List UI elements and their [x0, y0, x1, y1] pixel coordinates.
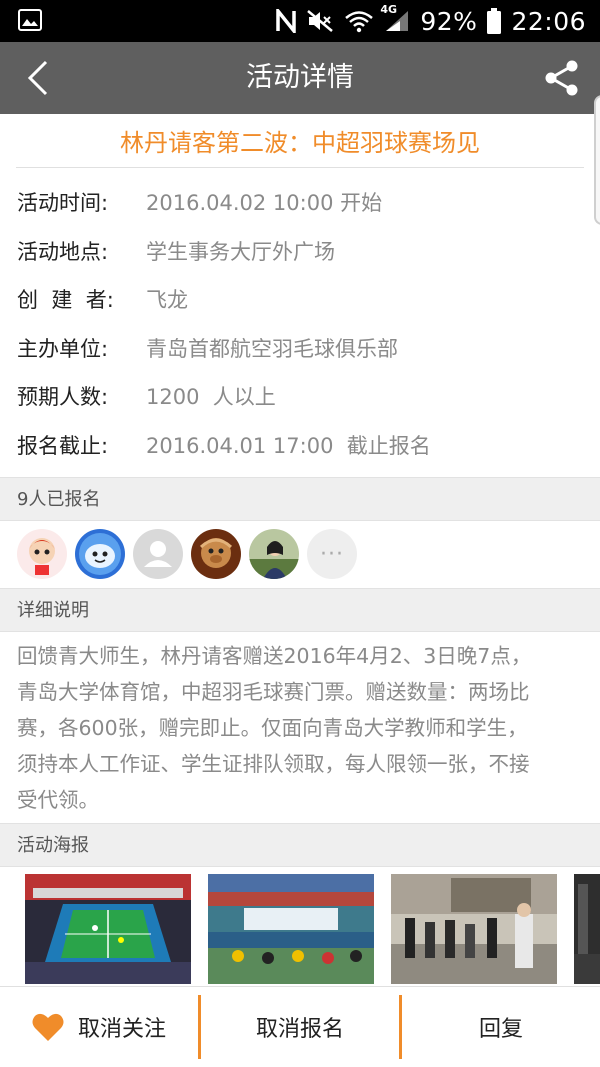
details-line: 回馈青大师生，林丹请客赠送2016年4月2、3日晚7点，	[17, 644, 532, 668]
heart-icon	[32, 1013, 64, 1041]
battery-percent: 92%	[420, 6, 478, 36]
details-line: 须持本人工作证、学生证排队领取，每人限领一张，不接	[17, 752, 530, 776]
details-line: 受代领。	[17, 788, 99, 812]
info-label: 创 建 者:	[17, 288, 114, 313]
cancel-signup-button[interactable]: 取消报名	[201, 987, 399, 1067]
info-label: 活动时间:	[17, 191, 109, 216]
details-line: 赛，各600张，赠完即止。仅面向青岛大学教师和学生，	[17, 716, 528, 740]
unfollow-button[interactable]: 取消关注	[0, 987, 198, 1067]
info-row-creator: 创 建 者: 飞龙	[0, 275, 600, 324]
details-heading: 详细说明	[0, 588, 600, 632]
info-value: 飞龙	[146, 288, 188, 313]
info-value: 学生事务大厅外广场	[146, 239, 335, 264]
avatar[interactable]	[75, 529, 125, 579]
info-row-expected: 预期人数: 1200 人以上	[0, 372, 600, 421]
signup-avatars: ···	[17, 529, 357, 579]
info-row-location: 活动地点: 学生事务大厅外广场	[0, 227, 600, 276]
reply-label: 回复	[478, 1017, 523, 1042]
poster-image[interactable]	[391, 874, 557, 984]
event-info-list: 活动时间: 2016.04.02 10:00 开始 活动地点: 学生事务大厅外广…	[0, 178, 600, 469]
status-bar: 4G 92% 22:06	[0, 0, 600, 42]
wifi-icon	[344, 9, 374, 33]
info-value: 1200 人以上	[146, 385, 276, 410]
avatar[interactable]	[17, 529, 67, 579]
unfollow-label: 取消关注	[77, 1017, 166, 1042]
avatar[interactable]	[191, 529, 241, 579]
signal-icon: 4G	[380, 3, 410, 33]
poster-strip	[0, 866, 600, 986]
mute-icon	[306, 9, 334, 33]
bottom-action-bar: 取消关注 取消报名 回复	[0, 986, 600, 1067]
info-label: 主办单位:	[17, 336, 109, 361]
battery-icon	[487, 8, 502, 34]
reply-button[interactable]: 回复	[402, 987, 600, 1067]
clock: 22:06	[511, 6, 586, 36]
info-row-deadline: 报名截止: 2016.04.01 17:00 截止报名	[0, 421, 600, 470]
gallery-notification-icon	[18, 9, 42, 31]
share-icon	[545, 60, 578, 96]
info-label: 活动地点:	[17, 239, 109, 264]
nfc-icon	[276, 9, 297, 33]
info-value: 2016.04.02 10:00 开始	[146, 191, 383, 216]
poster-image[interactable]	[574, 874, 600, 984]
info-value: 青岛首都航空羽毛球俱乐部	[146, 336, 398, 361]
share-button[interactable]	[542, 58, 582, 98]
avatar[interactable]	[133, 529, 183, 579]
posters-heading: 活动海报	[0, 823, 600, 867]
details-line: 青岛大学体育馆，中超羽毛球赛门票。赠送数量：两场比	[17, 680, 530, 704]
cancel-signup-label: 取消报名	[255, 1017, 344, 1042]
avatar[interactable]	[249, 529, 299, 579]
page-title: 活动详情	[246, 62, 354, 93]
info-row-organizer: 主办单位: 青岛首都航空羽毛球俱乐部	[0, 324, 600, 373]
info-label: 报名截止:	[17, 433, 109, 458]
network-type-label: 4G	[380, 3, 398, 16]
info-value: 2016.04.01 17:00 截止报名	[146, 433, 431, 458]
info-label: 预期人数:	[17, 385, 109, 410]
poster-image[interactable]	[25, 874, 191, 984]
more-signups-button[interactable]: ···	[307, 529, 357, 579]
top-app-bar: 活动详情	[0, 42, 600, 114]
details-text: 回馈青大师生，林丹请客赠送2016年4月2、3日晚7点， 青岛大学体育馆，中超羽…	[17, 638, 580, 818]
event-title: 林丹请客第二波：中超羽球赛场见	[16, 114, 584, 168]
signups-heading: 9人已报名	[0, 477, 600, 521]
info-row-time: 活动时间: 2016.04.02 10:00 开始	[0, 178, 600, 227]
poster-image[interactable]	[208, 874, 374, 984]
